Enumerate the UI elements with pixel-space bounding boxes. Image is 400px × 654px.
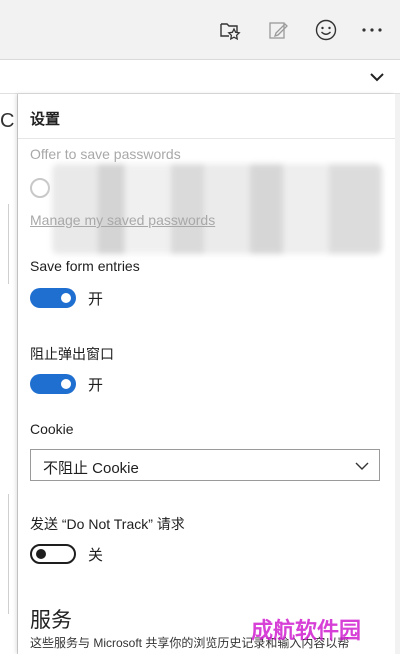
toggle-knob (61, 293, 71, 303)
do-not-track-toggle[interactable] (30, 544, 76, 564)
toggle-knob (36, 549, 46, 559)
save-form-entries-toggle[interactable] (30, 288, 76, 308)
cookie-select[interactable]: 不阻止 Cookie (30, 449, 380, 481)
feedback-smiley-icon[interactable] (310, 14, 342, 46)
page-text-fragment: C (0, 110, 14, 132)
save-form-entries-label: Save form entries (30, 258, 140, 274)
popup-block-label: 阻止弹出窗口 (30, 346, 114, 362)
do-not-track-label: 发送 “Do Not Track” 请求 (30, 516, 185, 532)
settings-panel: 设置 Offer to save passwords Manage my sav… (18, 94, 395, 654)
chevron-down-icon (355, 459, 369, 473)
divider (8, 204, 9, 284)
watermark-logo: 成航软件园 (249, 616, 394, 644)
cookie-label: Cookie (30, 421, 74, 437)
popup-block-state: 开 (88, 377, 104, 394)
save-form-entries-state: 开 (88, 291, 104, 308)
manage-passwords-link[interactable]: Manage my saved passwords (30, 212, 215, 228)
page-content-strip: C (0, 94, 18, 654)
services-heading: 服务 (30, 609, 72, 632)
divider (18, 138, 395, 139)
offer-passwords-toggle[interactable] (30, 178, 50, 198)
toggle-knob (61, 379, 71, 389)
blurred-region (52, 164, 382, 254)
favorites-star-icon[interactable] (214, 14, 246, 46)
browser-window: C 设置 Offer to save passwords Manage my s… (0, 0, 400, 654)
chevron-down-icon[interactable] (368, 68, 386, 86)
divider (8, 494, 9, 614)
scrollbar[interactable] (395, 94, 400, 654)
web-note-icon[interactable] (262, 14, 294, 46)
do-not-track-state: 关 (88, 547, 104, 564)
popup-block-toggle[interactable] (30, 374, 76, 394)
cookie-select-value: 不阻止 Cookie (43, 460, 139, 477)
panel-title: 设置 (30, 111, 61, 128)
more-dots-icon[interactable] (356, 14, 388, 46)
address-row (0, 60, 400, 94)
browser-toolbar (0, 0, 400, 60)
offer-passwords-label: Offer to save passwords (30, 146, 181, 162)
svg-text:成航软件园: 成航软件园 (251, 618, 361, 644)
